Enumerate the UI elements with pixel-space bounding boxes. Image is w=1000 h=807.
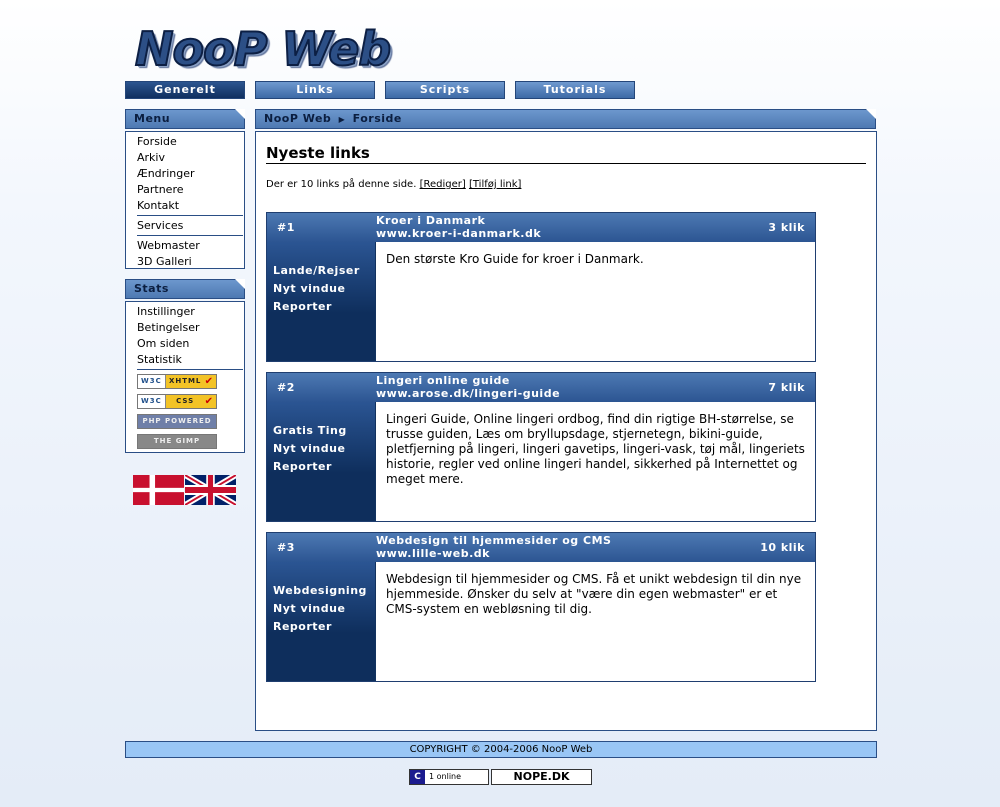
link-url[interactable]: www.arose.dk/lingeri-guide xyxy=(376,387,560,400)
link-card: #1 Kroer i Danmark www.kroer-i-danmark.d… xyxy=(266,212,816,362)
tab-links[interactable]: Links xyxy=(255,81,375,99)
arrow-right-icon: ▶ xyxy=(338,115,346,124)
link-title[interactable]: Lingeri online guide xyxy=(376,374,510,387)
new-window-link[interactable]: Nyt vindue xyxy=(273,280,375,298)
menu-item-forside[interactable]: Forside xyxy=(137,134,244,150)
intro-text: Der er 10 links på denne side. [Rediger]… xyxy=(266,179,521,190)
online-count: 1 online xyxy=(429,772,462,781)
css-label: CSS xyxy=(165,395,205,408)
stats-item-om-siden[interactable]: Om siden xyxy=(137,336,244,352)
link-category[interactable]: Webdesigning xyxy=(273,582,375,600)
link-description: Lingeri Guide, Online lingeri ordbog, fi… xyxy=(376,402,815,521)
new-window-link[interactable]: Nyt vindue xyxy=(273,440,375,458)
link-card: #3 Webdesign til hjemmesider og CMS www.… xyxy=(266,532,816,682)
tab-tutorials[interactable]: Tutorials xyxy=(515,81,635,99)
link-description: Webdesign til hjemmesider og CMS. Få et … xyxy=(376,562,815,681)
checkmark-icon: ✔ xyxy=(204,375,216,388)
link-clicks: 3 klik xyxy=(768,221,805,234)
menu-item-3d-galleri[interactable]: 3D Galleri xyxy=(137,254,244,270)
edit-link[interactable]: [Rediger] xyxy=(420,179,466,190)
link-number: #3 xyxy=(277,541,295,554)
uk-flag-icon[interactable] xyxy=(185,475,236,505)
nope-dk-button[interactable]: NOPE.DK xyxy=(491,769,592,785)
xhtml-label: XHTML 1.0 xyxy=(165,375,205,388)
w3c-logo: W3C xyxy=(138,375,166,388)
menu-divider xyxy=(137,215,243,216)
report-link[interactable]: Reporter xyxy=(273,458,375,476)
link-card: #2 Lingeri online guide www.arose.dk/lin… xyxy=(266,372,816,522)
breadcrumb: NooP Web ▶ Forside xyxy=(255,109,876,129)
stats-item-instillinger[interactable]: Instillinger xyxy=(137,304,244,320)
copyright-footer: COPYRIGHT © 2004-2006 NooP Web xyxy=(125,741,877,758)
new-window-link[interactable]: Nyt vindue xyxy=(273,600,375,618)
report-link[interactable]: Reporter xyxy=(273,618,375,636)
gimp-badge[interactable]: THE GIMP xyxy=(137,434,217,449)
link-category[interactable]: Gratis Ting xyxy=(273,422,375,440)
css-valid-badge[interactable]: W3C CSS ✔ xyxy=(137,394,217,409)
breadcrumb-current[interactable]: Forside xyxy=(353,112,402,125)
online-counter[interactable]: C 1 online xyxy=(409,769,489,785)
link-card-sidebar: Gratis Ting Nyt vindue Reporter xyxy=(267,402,375,521)
menu-item-kontakt[interactable]: Kontakt xyxy=(137,198,244,214)
menu-divider xyxy=(137,235,243,236)
menu-item-aendringer[interactable]: Ændringer xyxy=(137,166,244,182)
link-card-sidebar: Webdesigning Nyt vindue Reporter xyxy=(267,562,375,681)
menu-box: Forside Arkiv Ændringer Partnere Kontakt… xyxy=(125,131,245,269)
report-link[interactable]: Reporter xyxy=(273,298,375,316)
link-url[interactable]: www.kroer-i-danmark.dk xyxy=(376,227,541,240)
link-card-header: #2 Lingeri online guide www.arose.dk/lin… xyxy=(267,373,815,402)
link-clicks: 7 klik xyxy=(768,381,805,394)
menu-item-arkiv[interactable]: Arkiv xyxy=(137,150,244,166)
breadcrumb-root[interactable]: NooP Web xyxy=(264,112,331,125)
tab-generelt[interactable]: Generelt xyxy=(125,81,245,99)
counter-icon: C xyxy=(410,770,425,784)
add-link[interactable]: [Tilføj link] xyxy=(469,179,521,190)
xhtml-valid-badge[interactable]: W3C XHTML 1.0 ✔ xyxy=(137,374,217,389)
link-count-text: Der er 10 links på denne side. xyxy=(266,179,417,190)
link-card-sidebar: Lande/Rejser Nyt vindue Reporter xyxy=(267,242,375,361)
link-card-header: #3 Webdesign til hjemmesider og CMS www.… xyxy=(267,533,815,562)
stats-header: Stats xyxy=(125,279,245,299)
stats-divider xyxy=(137,369,243,370)
w3c-logo: W3C xyxy=(138,395,166,408)
link-title[interactable]: Kroer i Danmark xyxy=(376,214,485,227)
stats-item-betingelser[interactable]: Betingelser xyxy=(137,320,244,336)
menu-item-partnere[interactable]: Partnere xyxy=(137,182,244,198)
main-content: Nyeste links Der er 10 links på denne si… xyxy=(255,131,877,731)
link-card-header: #1 Kroer i Danmark www.kroer-i-danmark.d… xyxy=(267,213,815,242)
checkmark-icon: ✔ xyxy=(204,395,216,408)
tab-scripts[interactable]: Scripts xyxy=(385,81,505,99)
link-number: #1 xyxy=(277,221,295,234)
link-title[interactable]: Webdesign til hjemmesider og CMS xyxy=(376,534,611,547)
menu-item-services[interactable]: Services xyxy=(137,218,244,234)
danish-flag-icon[interactable] xyxy=(133,475,184,505)
stats-box: Instillinger Betingelser Om siden Statis… xyxy=(125,301,245,453)
site-logo[interactable]: NooP Web xyxy=(134,23,392,75)
link-description: Den største Kro Guide for kroer i Danmar… xyxy=(376,242,815,361)
menu-item-webmaster[interactable]: Webmaster xyxy=(137,238,244,254)
link-number: #2 xyxy=(277,381,295,394)
link-url[interactable]: www.lille-web.dk xyxy=(376,547,490,560)
link-clicks: 10 klik xyxy=(760,541,805,554)
menu-header: Menu xyxy=(125,109,245,129)
page-title: Nyeste links xyxy=(266,144,866,164)
php-powered-badge[interactable]: PHP POWERED xyxy=(137,414,217,429)
stats-item-statistik[interactable]: Statistik xyxy=(137,352,244,368)
link-category[interactable]: Lande/Rejser xyxy=(273,262,375,280)
